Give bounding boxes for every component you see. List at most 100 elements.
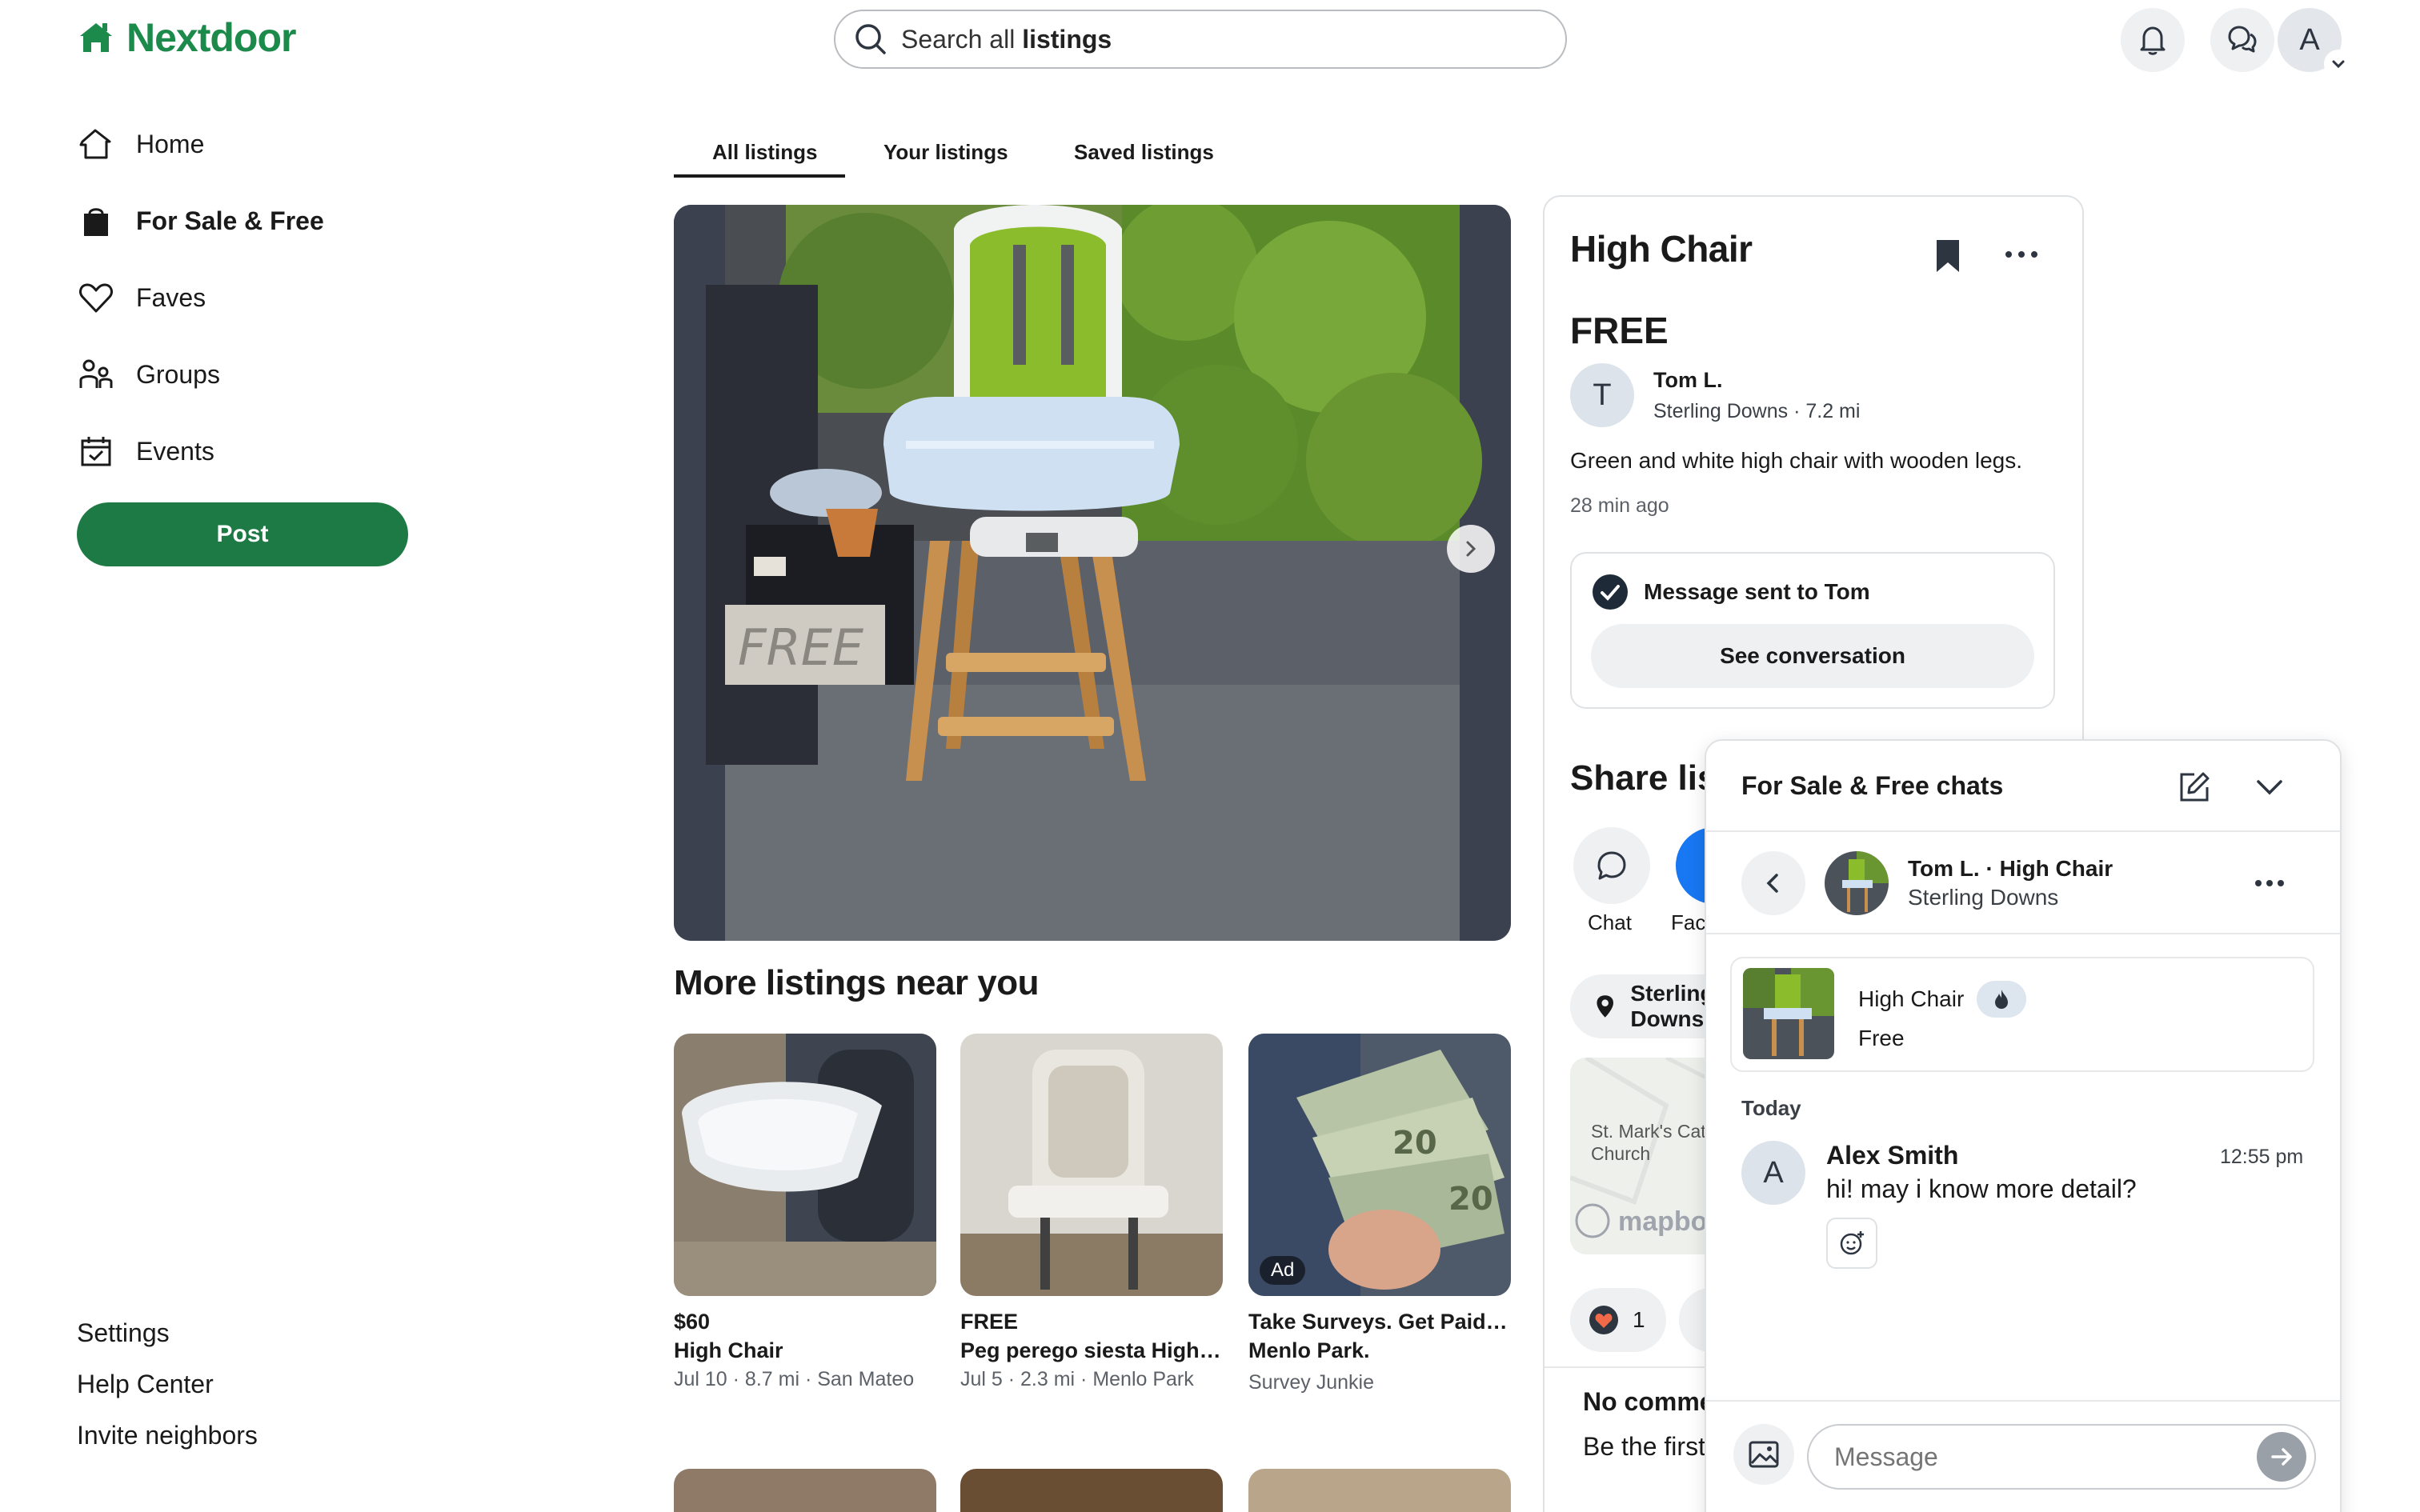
chevron-down-icon: [2332, 60, 2345, 69]
chat-bubble-icon: [1597, 851, 1626, 880]
messages-button[interactable]: [2210, 8, 2274, 72]
ad-card-photo: 20 20 Ad: [1248, 1034, 1511, 1296]
seller-location: Sterling Downs · 7.2 mi: [1653, 400, 1861, 422]
save-listing-button[interactable]: [1932, 237, 1964, 279]
high-chair-photo: FREE: [674, 205, 1511, 941]
listing-price: FREE: [1570, 310, 1669, 351]
share-chat-label: Chat: [1588, 910, 1632, 934]
avatar-initial: A: [2299, 22, 2320, 57]
listing-card-partial[interactable]: [1248, 1469, 1511, 1512]
see-conversation-button[interactable]: See conversation: [1591, 624, 2034, 688]
heart-icon: [77, 278, 115, 317]
sender-name: Alex Smith: [1826, 1141, 1959, 1170]
card-price: $60: [674, 1310, 711, 1334]
conversation-name: Tom L. · High Chair: [1908, 856, 2113, 881]
sender-initial: A: [1763, 1155, 1784, 1190]
conversation-options-button[interactable]: [2254, 874, 2286, 897]
sidebar-item-label: Faves: [136, 282, 206, 312]
collapse-chat-button[interactable]: [2254, 773, 2286, 806]
house-logo-icon: [80, 23, 112, 52]
more-horizontal-icon: [2005, 251, 2037, 258]
flame-icon: [1995, 990, 2009, 1009]
send-button[interactable]: [2257, 1432, 2306, 1482]
seller-initial: T: [1593, 378, 1612, 412]
arrow-right-icon: [2271, 1448, 2292, 1466]
sidebar-item-groups[interactable]: Groups: [77, 350, 220, 398]
listing-card-partial[interactable]: [960, 1469, 1223, 1512]
day-separator: Today: [1741, 1096, 1801, 1120]
search-placeholder: Search all listings: [901, 24, 1112, 54]
more-listings-title: More listings near you: [674, 963, 1039, 1002]
next-photo-button[interactable]: [1447, 525, 1495, 573]
ad-title-line1: Take Surveys. Get Paid in: [1248, 1310, 1511, 1334]
nextdoor-logo[interactable]: Nextdoor: [77, 14, 296, 61]
ad-badge: Ad: [1260, 1256, 1306, 1285]
chat-panel-title: For Sale & Free chats: [1741, 771, 2004, 800]
conversation-location: Sterling Downs: [1908, 885, 2059, 910]
invite-neighbors-link[interactable]: Invite neighbors: [77, 1421, 258, 1450]
reaction-count: 1: [1633, 1307, 1645, 1332]
message-sent-status: Message sent to Tom: [1591, 573, 1870, 611]
more-options-button[interactable]: [2004, 245, 2039, 268]
chevron-right-icon: [1466, 541, 1476, 557]
chat-listing-title: High Chair: [1858, 986, 1965, 1011]
chat-listing-title-row: High Chair: [1858, 981, 2027, 1018]
help-center-link[interactable]: Help Center: [77, 1370, 214, 1399]
bookmark-icon: [1937, 240, 1959, 272]
message-sent-text: Message sent to Tom: [1644, 579, 1870, 604]
new-chat-button[interactable]: [2177, 770, 2212, 809]
chevron-down-icon: [2257, 780, 2282, 795]
sidebar-item-label: Events: [136, 436, 214, 466]
profile-menu-chevron[interactable]: [2324, 50, 2353, 78]
svg-text:FREE: FREE: [738, 618, 864, 677]
settings-link[interactable]: Settings: [77, 1318, 170, 1348]
message-input[interactable]: [1807, 1424, 2316, 1490]
chat-listing-thumbnail: [1743, 968, 1834, 1059]
listing-card-photo: [674, 1034, 936, 1296]
chat-bubbles-icon: [2228, 26, 2257, 53]
map-pin-icon: [1597, 995, 1613, 1018]
tab-saved-listings[interactable]: Saved listings: [1074, 126, 1214, 178]
sidebar-item-home[interactable]: Home: [77, 120, 204, 168]
sender-avatar[interactable]: A: [1741, 1141, 1805, 1205]
share-chat-button[interactable]: [1573, 827, 1650, 904]
sidebar-item-label: Home: [136, 129, 205, 158]
chat-panel: [1705, 739, 2342, 1512]
more-horizontal-icon: [2255, 880, 2284, 886]
reaction-summary[interactable]: 1: [1570, 1288, 1666, 1352]
sidebar-item-label: Groups: [136, 359, 220, 389]
seller-name[interactable]: Tom L.: [1653, 368, 1722, 393]
listing-card[interactable]: FREE Peg perego siesta High Chair Jul 5 …: [960, 1034, 1223, 1394]
listing-card[interactable]: $60 High Chair Jul 10 · 8.7 mi · San Mat…: [674, 1034, 936, 1394]
add-reaction-button[interactable]: [1826, 1218, 1877, 1269]
sidebar-item-faves[interactable]: Faves: [77, 274, 206, 322]
logo-text: Nextdoor: [126, 15, 296, 60]
card-price: FREE: [960, 1310, 1019, 1334]
sidebar-item-for-sale[interactable]: For Sale & Free: [77, 197, 324, 245]
seller-avatar[interactable]: T: [1570, 363, 1634, 427]
image-icon: [1749, 1441, 1779, 1468]
card-title: Peg perego siesta High Chair: [960, 1338, 1223, 1362]
message-text: hi! may i know more detail?: [1826, 1174, 2137, 1203]
bell-icon: [2140, 26, 2166, 55]
tab-your-listings[interactable]: Your listings: [883, 126, 1008, 178]
ad-title-line2: Menlo Park.: [1248, 1338, 1370, 1362]
tab-all-listings[interactable]: All listings: [712, 126, 817, 178]
ad-card[interactable]: 20 20 Ad Take Surveys. Get Paid in Menlo…: [1248, 1034, 1511, 1397]
post-button[interactable]: Post: [77, 502, 408, 566]
back-button[interactable]: [1741, 851, 1805, 915]
search-icon: [855, 24, 886, 54]
fire-badge: [1977, 981, 2027, 1018]
attach-image-button[interactable]: [1733, 1424, 1794, 1485]
notifications-button[interactable]: [2121, 8, 2185, 72]
calendar-icon: [77, 432, 115, 470]
card-meta: Jul 10 · 8.7 mi · San Mateo: [674, 1368, 915, 1390]
heart-reaction-icon: [1589, 1306, 1618, 1334]
active-tab-indicator: [674, 174, 845, 178]
listing-card-partial[interactable]: [674, 1469, 936, 1512]
listing-photo[interactable]: FREE: [674, 205, 1511, 941]
check-circle-icon: [1593, 574, 1628, 610]
sidebar-item-events[interactable]: Events: [77, 427, 214, 475]
shopping-bag-icon: [77, 202, 115, 240]
search-input[interactable]: Search all listings: [834, 10, 1567, 69]
